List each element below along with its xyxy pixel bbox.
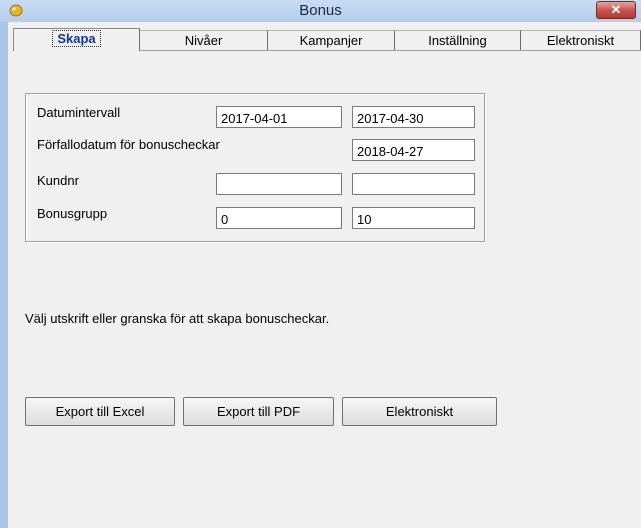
date-to-field[interactable]: 2017-04-30 xyxy=(352,106,475,128)
instruction-text: Välj utskrift eller granska för att skap… xyxy=(25,311,330,326)
tab-label: Elektroniskt xyxy=(546,33,615,48)
due-date-field[interactable]: 2018-04-27 xyxy=(352,139,475,161)
bonus-group-label: Bonusgrupp xyxy=(37,206,108,221)
due-date-label: Förfallodatum för bonuscheckar xyxy=(37,137,220,152)
customer-no-to-field[interactable] xyxy=(352,173,475,195)
customer-no-label: Kundnr xyxy=(37,173,79,188)
bonus-group-from-field[interactable]: 0 xyxy=(216,207,342,229)
tab-nivaer[interactable]: Nivåer xyxy=(140,30,268,51)
bonus-window: Bonus ✕ Nivåer Kampanjer Inställning Ele… xyxy=(0,0,641,528)
close-button[interactable]: ✕ xyxy=(596,1,636,19)
date-range-label: Datumintervall xyxy=(37,105,121,120)
electronic-button[interactable]: Elektroniskt xyxy=(342,397,497,426)
close-icon: ✕ xyxy=(610,2,622,17)
tab-kampanjer[interactable]: Kampanjer xyxy=(268,30,395,51)
export-pdf-button[interactable]: Export till PDF xyxy=(183,397,334,426)
customer-no-from-field[interactable] xyxy=(216,173,342,195)
date-from-field[interactable]: 2017-04-01 xyxy=(216,106,342,128)
export-excel-button[interactable]: Export till Excel xyxy=(25,397,175,426)
tab-installning[interactable]: Inställning xyxy=(395,30,521,51)
tab-label: Inställning xyxy=(428,33,487,48)
title-bar[interactable]: Bonus ✕ xyxy=(0,0,641,22)
bonus-group-to-field[interactable]: 10 xyxy=(352,207,475,229)
tab-elektroniskt[interactable]: Elektroniskt xyxy=(521,30,641,51)
tab-label: Nivåer xyxy=(184,33,223,48)
window-title: Bonus xyxy=(299,2,342,19)
tab-label: Kampanjer xyxy=(299,33,363,48)
tab-skapa[interactable]: Skapa xyxy=(13,28,140,51)
tab-label: Skapa xyxy=(52,30,101,47)
